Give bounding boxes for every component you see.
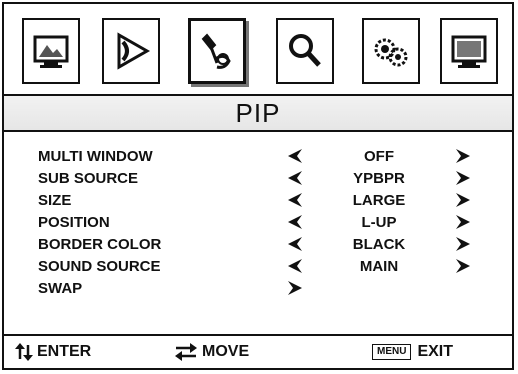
setting-row[interactable]: SUB SOURCE YPBPR <box>38 168 478 190</box>
monitor-picture-icon <box>33 35 69 68</box>
osd-window: PIP MULTI WINDOW OFF SUB SOURCE YPBPR SI… <box>2 2 514 370</box>
setting-label: BORDER COLOR <box>38 236 162 253</box>
exit-label: EXIT <box>417 343 454 360</box>
setting-value: LARGE <box>352 192 406 209</box>
page-title: PIP <box>235 97 281 128</box>
setting-row[interactable]: MULTI WINDOW OFF <box>38 146 478 168</box>
tab-bar <box>4 4 512 96</box>
tab-search[interactable] <box>276 18 334 84</box>
menu-title-bar: PIP <box>4 96 512 132</box>
setting-label: MULTI WINDOW <box>38 148 153 165</box>
tab-picture[interactable] <box>22 18 80 84</box>
swap-label: SWAP <box>38 280 83 297</box>
menu-key-badge: MENU <box>372 344 412 360</box>
monitor-input-icon <box>451 35 487 68</box>
setting-value: OFF <box>364 148 394 165</box>
move-hint: MOVE <box>174 343 249 361</box>
footer-hints: ENTER MOVE MENU EXIT <box>4 334 512 368</box>
gears-icon <box>374 38 408 67</box>
right-arrow-icon[interactable] <box>454 236 472 252</box>
left-arrow-icon[interactable] <box>286 236 304 252</box>
move-label: MOVE <box>202 343 250 360</box>
right-arrow-icon[interactable] <box>454 170 472 186</box>
setting-row[interactable]: BORDER COLOR BLACK <box>38 234 478 256</box>
pip-tools-icon <box>201 33 231 69</box>
tab-setup[interactable] <box>362 18 420 84</box>
setting-row[interactable]: POSITION L-UP <box>38 212 478 234</box>
left-arrow-icon[interactable] <box>286 192 304 208</box>
setting-row[interactable]: SOUND SOURCE MAIN <box>38 256 478 278</box>
right-arrow-icon[interactable] <box>454 258 472 274</box>
setting-value: BLACK <box>352 236 406 253</box>
left-arrow-icon[interactable] <box>286 258 304 274</box>
enter-label: ENTER <box>37 343 92 360</box>
speaker-icon <box>117 32 151 70</box>
right-arrow-icon[interactable] <box>454 192 472 208</box>
tab-pip[interactable] <box>188 18 246 84</box>
left-arrow-icon[interactable] <box>286 170 304 186</box>
setting-label: SOUND SOURCE <box>38 258 161 275</box>
setting-label: POSITION <box>38 214 110 231</box>
tab-input[interactable] <box>440 18 498 84</box>
enter-hint: ENTER <box>14 343 91 361</box>
up-down-arrows-icon <box>15 343 33 361</box>
left-right-arrows-icon <box>175 343 197 361</box>
setting-value: MAIN <box>359 258 399 275</box>
setting-value: L-UP <box>361 214 397 231</box>
settings-list: MULTI WINDOW OFF SUB SOURCE YPBPR SIZE L… <box>4 132 512 340</box>
setting-label: SUB SOURCE <box>38 170 139 187</box>
setting-label: SIZE <box>38 192 72 209</box>
exit-hint[interactable]: MENU EXIT <box>372 343 453 361</box>
setting-row[interactable]: SIZE LARGE <box>38 190 478 212</box>
setting-value: YPBPR <box>353 170 405 187</box>
right-arrow-icon[interactable] <box>286 280 304 296</box>
search-icon <box>289 34 321 67</box>
left-arrow-icon[interactable] <box>286 148 304 164</box>
swap-row[interactable]: SWAP <box>38 278 478 300</box>
right-arrow-icon[interactable] <box>454 148 472 164</box>
right-arrow-icon[interactable] <box>454 214 472 230</box>
tab-sound[interactable] <box>102 18 160 84</box>
left-arrow-icon[interactable] <box>286 214 304 230</box>
